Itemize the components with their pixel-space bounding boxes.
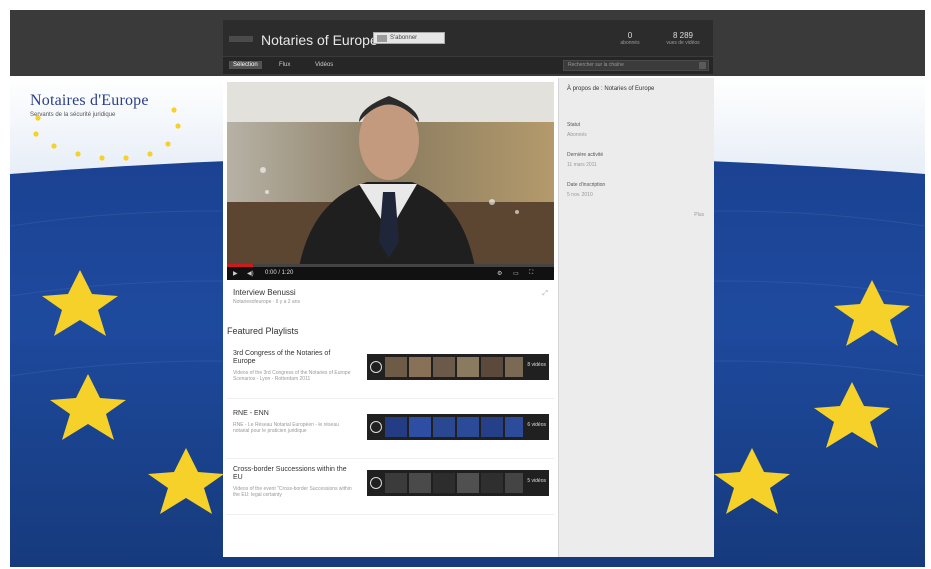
tab-selection[interactable]: Sélection: [229, 61, 262, 69]
playlist-title[interactable]: RNE - ENN: [233, 410, 353, 418]
video-controls: ▶ ◀) 0:00 / 1:20 ⚙ ▭ ⛶: [227, 264, 554, 280]
about-value: 11 mars 2011: [567, 162, 597, 168]
playlist-thumbnails[interactable]: 8 vidéos: [367, 354, 549, 380]
video-time: 0:00 / 1:20: [265, 270, 294, 276]
video-player[interactable]: ▶ ◀) 0:00 / 1:20 ⚙ ▭ ⛶: [227, 82, 554, 280]
stat-value: 0: [627, 31, 633, 40]
playlist-count: 8 vidéos: [527, 362, 546, 368]
logo: Notaires d'Europe Servants de la sécurit…: [30, 92, 190, 118]
tab-videos[interactable]: Vidéos: [311, 61, 337, 69]
about-title: À propos de : Notaries of Europe: [567, 86, 655, 92]
about-more-link[interactable]: Plus: [694, 212, 704, 218]
subscribe-button[interactable]: S'abonner: [373, 32, 445, 44]
video-progress-fill: [227, 264, 254, 267]
about-label: Statut: [567, 122, 581, 128]
playlist-thumbs: [385, 473, 523, 493]
stat-views: 8 289 vues de vidéos: [661, 31, 705, 46]
search-icon[interactable]: [699, 62, 706, 69]
volume-icon[interactable]: ◀): [247, 270, 254, 277]
stat-label: abonnés: [620, 40, 640, 46]
channel-nav: Sélection Flux Vidéos Rechercher sur la …: [223, 57, 713, 74]
about-sidebar: À propos de : Notaries of Europe Statut …: [558, 78, 714, 557]
share-icon[interactable]: ⤢: [542, 290, 548, 298]
logo-subtitle: Servants de la sécurité juridique: [30, 112, 116, 118]
video-title[interactable]: Interview Benussi: [233, 288, 296, 297]
playlist-thumbs: [385, 357, 523, 377]
fullscreen-icon[interactable]: ⛶: [529, 270, 533, 277]
stat-value: 8 289: [672, 31, 694, 40]
playlist-thumbnails[interactable]: 6 vidéos: [367, 414, 549, 440]
stat-label: vues de vidéos: [666, 40, 700, 46]
about-label: Dernière activité: [567, 152, 604, 158]
search-placeholder: Rechercher sur la chaîne: [568, 62, 624, 68]
video-frame: [227, 82, 554, 280]
settings-icon[interactable]: ⚙: [497, 270, 502, 277]
channel-title[interactable]: Notaries of Europe: [261, 32, 378, 48]
playlist-item[interactable]: 3rd Congress of the Notaries of Europe V…: [227, 348, 554, 399]
subscribe-label: S'abonner: [390, 35, 418, 41]
playlist-title[interactable]: Cross-border Successions within the EU: [233, 466, 353, 482]
playlist-description: Videos of the 3rd Congress of the Notari…: [233, 370, 351, 382]
video-progress-bar[interactable]: [227, 264, 554, 267]
play-icon[interactable]: ▶: [233, 270, 238, 277]
playlist-description: RNE - Le Réseau Notarial Européen - le r…: [233, 422, 339, 434]
youtube-logo-icon: [377, 34, 387, 42]
playlist-item[interactable]: RNE - ENN RNE - Le Réseau Notarial Europ…: [227, 408, 554, 459]
play-icon[interactable]: [370, 477, 382, 489]
play-icon[interactable]: [370, 361, 382, 373]
playlist-thumbs: [385, 417, 523, 437]
featured-playlists-heading: Featured Playlists: [227, 326, 299, 336]
playlist-description: Videos of the event "Cross-border Succes…: [233, 486, 352, 498]
playlist-thumbnails[interactable]: 5 vidéos: [367, 470, 549, 496]
miniplayer-icon[interactable]: ▭: [513, 270, 519, 277]
play-icon[interactable]: [370, 421, 382, 433]
main-content: ▶ ◀) 0:00 / 1:20 ⚙ ▭ ⛶ Interview Benussi…: [223, 78, 558, 557]
playlist-title[interactable]: 3rd Congress of the Notaries of Europe: [233, 350, 353, 366]
channel-search-input[interactable]: Rechercher sur la chaîne: [563, 60, 709, 71]
channel-avatar[interactable]: [229, 36, 253, 42]
about-label: Date d'inscription: [567, 182, 606, 188]
channel-header: Notaries of Europe S'abonner 0 abonnés 8…: [223, 20, 713, 56]
video-info: Interview Benussi Notariesofeurope · Il …: [227, 284, 554, 314]
page-frame: Notaires d'Europe Servants de la sécurit…: [10, 10, 925, 567]
playlist-count: 6 vidéos: [527, 422, 546, 428]
playlist-item[interactable]: Cross-border Successions within the EU V…: [227, 464, 554, 515]
about-value: 5 nov. 2010: [567, 192, 593, 198]
logo-title: Notaires d'Europe: [30, 92, 149, 109]
video-meta: Notariesofeurope · Il y a 2 ans: [233, 299, 300, 305]
about-value: Abonnés: [567, 132, 587, 138]
playlist-count: 5 vidéos: [527, 478, 546, 484]
tab-flux[interactable]: Flux: [275, 61, 294, 69]
stat-subscribers: 0 abonnés: [613, 31, 647, 46]
